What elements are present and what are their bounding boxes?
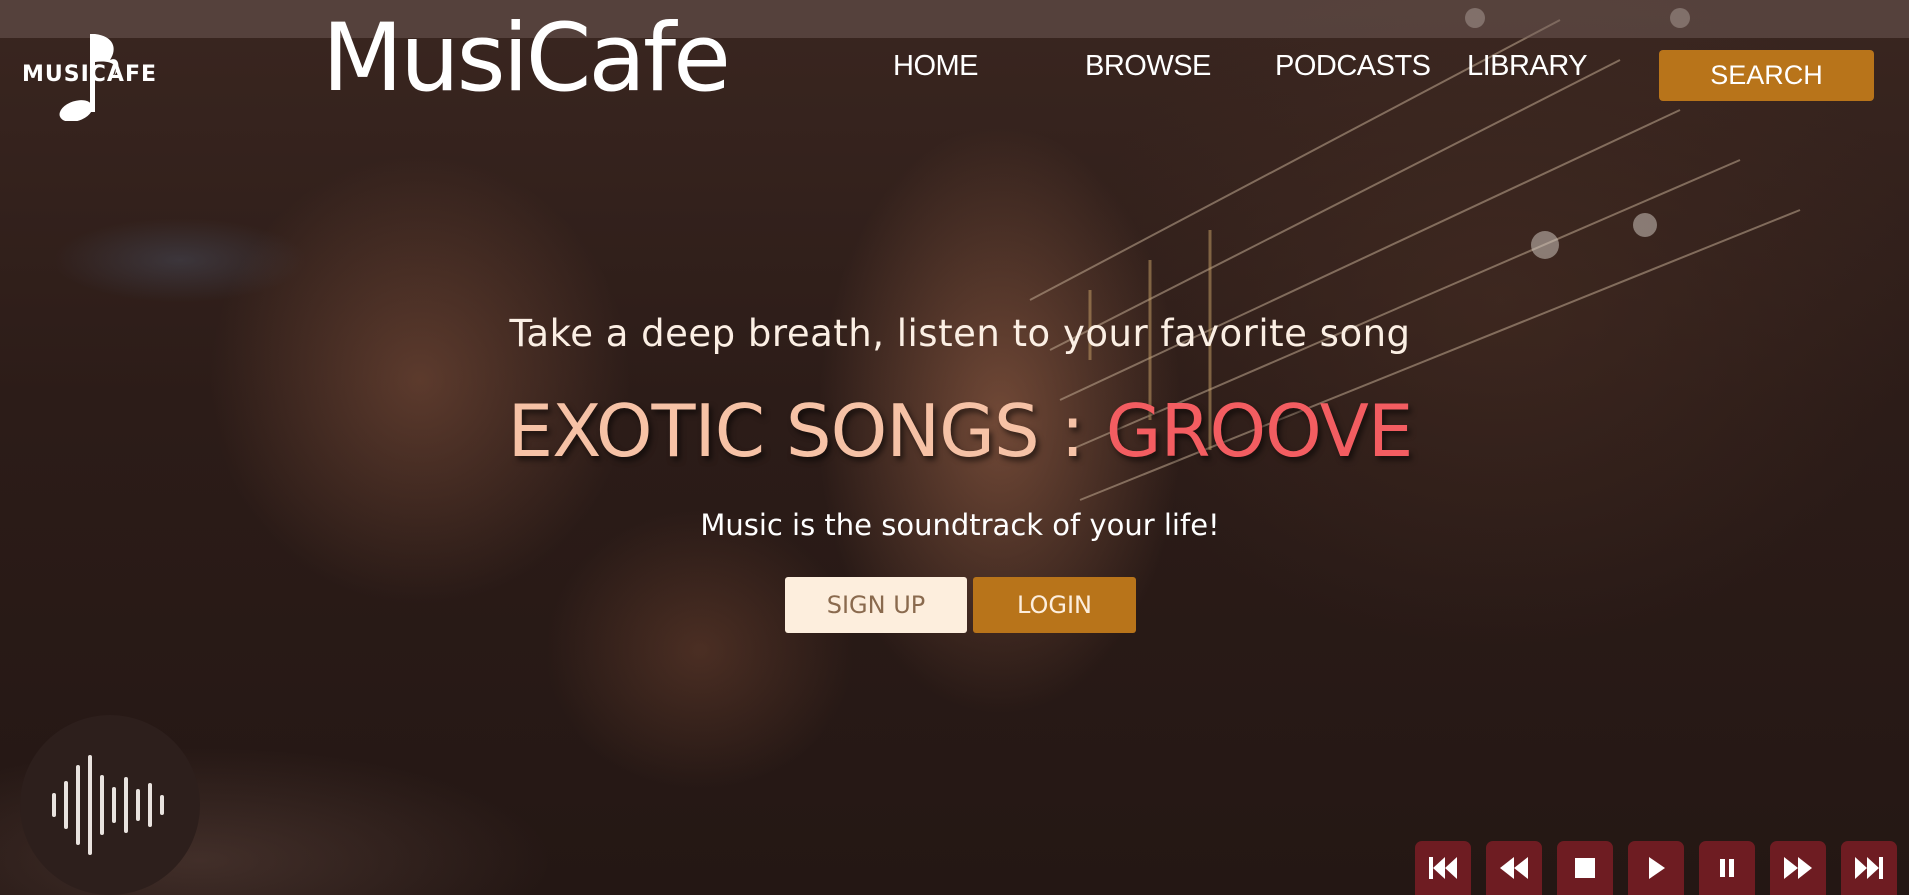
stop-icon [1575, 858, 1595, 878]
nav-home[interactable]: HOME [893, 50, 979, 83]
brand-logo[interactable]: MUSICAFE [18, 26, 168, 121]
login-button[interactable]: LOGIN [973, 577, 1136, 633]
stop-button[interactable] [1557, 841, 1613, 895]
hero-tagline: Take a deep breath, listen to your favor… [509, 312, 1411, 355]
hero-headline: EXOTIC SONGS : GROOVE [0, 389, 1909, 473]
audio-visualizer-button[interactable] [20, 715, 200, 895]
fast-forward-button[interactable] [1770, 841, 1826, 895]
logo-text: MUSICAFE [22, 62, 158, 87]
nav-podcasts[interactable]: PODCASTS [1275, 50, 1431, 83]
play-icon [1649, 857, 1665, 879]
pause-button[interactable] [1699, 841, 1755, 895]
hero-subtitle: Music is the soundtrack of your life! [700, 508, 1220, 542]
skip-to-end-icon [1855, 857, 1883, 879]
headline-part1: EXOTIC SONGS : [507, 389, 1106, 473]
headline-part2: GROOVE [1105, 389, 1414, 473]
signup-button[interactable]: SIGN UP [785, 577, 967, 633]
nav-browse[interactable]: BROWSE [1085, 50, 1211, 83]
page: MUSICAFE MusiCafe HOME BROWSE PODCASTS L… [0, 0, 1909, 895]
skip-start-button[interactable] [1415, 841, 1471, 895]
search-button[interactable]: SEARCH [1659, 50, 1874, 101]
nav-library[interactable]: LIBRARY [1467, 50, 1588, 83]
top-bar [0, 0, 1909, 38]
skip-to-start-icon [1429, 857, 1457, 879]
play-button[interactable] [1628, 841, 1684, 895]
rewind-icon [1500, 857, 1528, 879]
skip-end-button[interactable] [1841, 841, 1897, 895]
sound-wave-icon [52, 755, 164, 855]
rewind-button[interactable] [1486, 841, 1542, 895]
pause-icon [1720, 859, 1734, 877]
site-wordmark[interactable]: MusiCafe [322, 12, 731, 106]
fast-forward-icon [1784, 857, 1812, 879]
